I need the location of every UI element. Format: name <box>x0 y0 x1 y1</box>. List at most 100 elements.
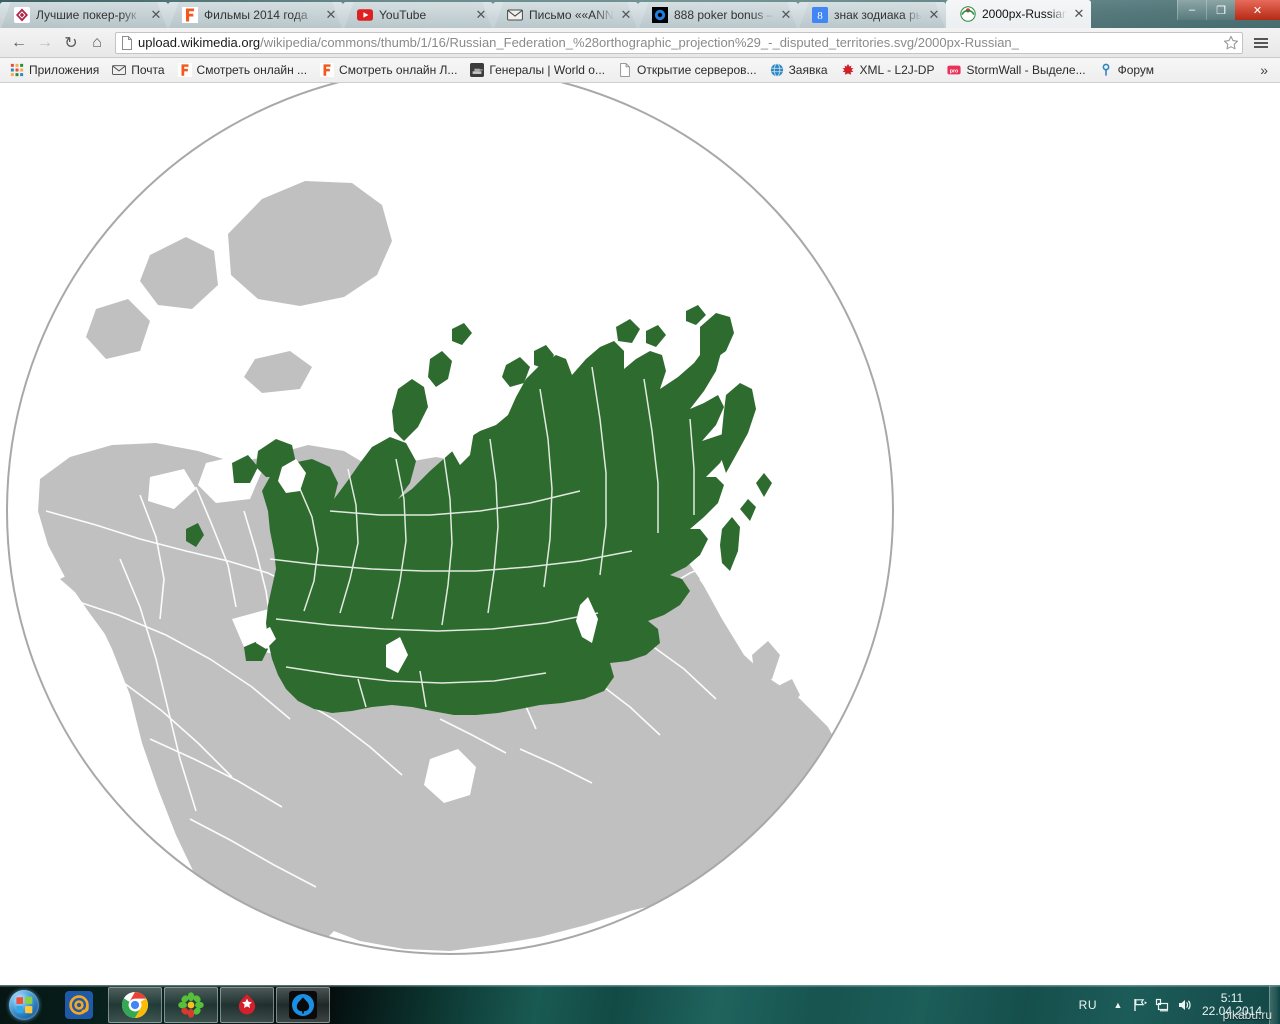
hamburger-menu-icon[interactable] <box>1248 30 1274 56</box>
globe-svg <box>6 83 894 955</box>
tab-title: 888 poker bonus – E <box>674 8 774 22</box>
tab-close-icon[interactable]: ✕ <box>926 7 942 23</box>
bookmark-1[interactable]: Почта <box>106 60 170 81</box>
taskbar-items <box>52 986 332 1024</box>
tab-strip: Лучшие покер-рук ✕ Фильмы 2014 года ✕ YouTub… <box>0 0 1280 28</box>
blue-globe-icon <box>770 63 784 77</box>
bookmark-8[interactable]: pro StormWall - Выделе... <box>941 60 1091 81</box>
tab-5[interactable]: 8 знак зодиака рыба ✕ <box>798 2 946 28</box>
bookmark-7[interactable]: XML - L2J-DP <box>835 60 941 81</box>
bookmark-label: Почта <box>131 63 165 77</box>
tab-title: Фильмы 2014 года <box>204 8 308 22</box>
wikimedia-icon <box>960 6 976 22</box>
forward-icon[interactable]: → <box>32 30 58 56</box>
bookmarks-overflow-icon[interactable]: » <box>1252 62 1276 78</box>
icq-flower-icon <box>177 991 205 1019</box>
bookmark-label: Генералы | World o... <box>489 63 605 77</box>
network-flag-icon[interactable] <box>1129 990 1151 1020</box>
tab-1[interactable]: Фильмы 2014 года ✕ <box>168 2 343 28</box>
svg-text:pro: pro <box>950 68 958 74</box>
tab-close-icon[interactable]: ✕ <box>778 7 794 23</box>
taskbar-item-pokerstars[interactable] <box>220 987 274 1023</box>
tab-close-icon[interactable]: ✕ <box>473 7 489 23</box>
tab-6[interactable]: 2000px-Russian_Fed ✕ <box>946 0 1091 28</box>
taskbar-item-poker-spade-app[interactable] <box>276 987 330 1023</box>
blue-key-icon <box>1099 63 1113 77</box>
url-host: upload.wikimedia.org <box>138 34 261 50</box>
page-content <box>0 83 1280 983</box>
back-icon[interactable]: ← <box>6 30 32 56</box>
taskbar-item-mail-ru-agent[interactable] <box>52 987 106 1023</box>
tab-close-icon[interactable]: ✕ <box>148 7 164 23</box>
mail-envelope-icon <box>112 63 127 77</box>
tab-list: Лучшие покер-рук ✕ Фильмы 2014 года ✕ YouTub… <box>0 0 1091 28</box>
address-bar[interactable]: upload.wikimedia.org/wikipedia/commons/t… <box>115 31 1243 54</box>
bookmark-label: Форум <box>1117 63 1155 77</box>
browser-window: Лучшие покер-рук ✕ Фильмы 2014 года ✕ YouTub… <box>0 0 1280 985</box>
minimize-button[interactable]: – <box>1177 0 1206 20</box>
url-path: /wikipedia/commons/thumb/1/16/Russian_Fe… <box>260 34 1019 50</box>
taskbar-item-icq[interactable] <box>164 987 218 1023</box>
apps-grid-icon <box>10 63 24 77</box>
bookmark-3[interactable]: Смотреть онлайн Л... <box>314 60 463 81</box>
tab-title: Письмо ««ANNO O <box>529 8 614 22</box>
youtube-icon <box>357 7 373 23</box>
close-button[interactable]: ✕ <box>1235 0 1280 20</box>
restore-button[interactable]: ❐ <box>1206 0 1235 20</box>
tab-4[interactable]: 888 poker bonus – E ✕ <box>638 2 798 28</box>
wot-tank-icon <box>470 63 485 77</box>
navigation-toolbar: ← → ↻ ⌂ upload.wikimedia.org/wikipedia/c… <box>0 28 1280 58</box>
bookmark-6[interactable]: Заявка <box>764 60 834 81</box>
bookmark-label: XML - L2J-DP <box>859 63 935 77</box>
svg-text:8: 8 <box>817 10 823 22</box>
888-poker-icon <box>652 7 668 23</box>
tab-title: YouTube <box>379 8 427 22</box>
bookmark-label: Смотреть онлайн ... <box>196 63 308 77</box>
windows-taskbar: RU ▲ 5:11 22.04.2014 pikabu.ru <box>0 985 1280 1024</box>
show-hidden-icons-icon[interactable]: ▲ <box>1107 990 1129 1020</box>
bookmark-4[interactable]: Генералы | World o... <box>464 60 611 81</box>
tab-2[interactable]: YouTube ✕ <box>343 2 493 28</box>
window-controls: – ❐ ✕ <box>1177 0 1280 20</box>
tab-close-icon[interactable]: ✕ <box>1071 6 1087 22</box>
google-g-icon: 8 <box>812 7 828 23</box>
bookmark-label: Смотреть онлайн Л... <box>339 63 458 77</box>
bookmarks-bar: Приложения Почта Смотреть онлайн ... Смотре… <box>0 58 1280 83</box>
tab-close-icon[interactable]: ✕ <box>618 7 634 23</box>
taskbar-item-google-chrome[interactable] <box>108 987 162 1023</box>
bookmark-0[interactable]: Приложения <box>4 60 105 81</box>
clock-date: 22.04.2014 <box>1201 1004 1263 1018</box>
pokerstars-icon <box>233 991 261 1019</box>
bookmark-2[interactable]: Смотреть онлайн ... <box>172 60 314 81</box>
chrome-icon <box>121 991 149 1019</box>
tab-title: знак зодиака рыба <box>834 8 922 22</box>
star-outline-icon[interactable] <box>1222 34 1240 52</box>
url-text: upload.wikimedia.org/wikipedia/commons/t… <box>138 33 1222 53</box>
fs-orange-f-icon <box>320 63 335 77</box>
bookmark-label: StormWall - Выделе... <box>966 63 1086 77</box>
fs-orange-f-icon <box>177 63 192 77</box>
poker-diamond-icon <box>14 7 30 23</box>
tab-title: Лучшие покер-рук <box>36 8 137 22</box>
red-maple-icon <box>841 63 855 77</box>
system-tray: RU ▲ 5:11 22.04.2014 <box>1073 986 1280 1024</box>
spade-blue-icon <box>289 991 317 1019</box>
tab-close-icon[interactable]: ✕ <box>323 7 339 23</box>
tab-3[interactable]: Письмо ««ANNO O ✕ <box>493 2 638 28</box>
mail-envelope-icon <box>507 7 523 23</box>
show-desktop-button[interactable] <box>1269 986 1278 1024</box>
home-icon[interactable]: ⌂ <box>84 30 110 56</box>
bookmark-5[interactable]: Открытие серверов... <box>612 60 763 81</box>
fs-orange-f-icon <box>182 7 198 23</box>
start-orb-icon[interactable] <box>0 986 48 1024</box>
volume-icon[interactable] <box>1173 990 1195 1020</box>
clock[interactable]: 5:11 22.04.2014 <box>1195 992 1269 1018</box>
language-indicator[interactable]: RU <box>1073 998 1107 1012</box>
bookmark-9[interactable]: Форум <box>1093 60 1160 81</box>
tab-title: 2000px-Russian_Fed <box>982 7 1067 21</box>
document-icon <box>120 35 134 50</box>
bookmark-label: Приложения <box>29 63 100 77</box>
tab-0[interactable]: Лучшие покер-рук ✕ <box>0 2 168 28</box>
reload-icon[interactable]: ↻ <box>58 30 84 56</box>
network-monitor-icon[interactable] <box>1151 990 1173 1020</box>
